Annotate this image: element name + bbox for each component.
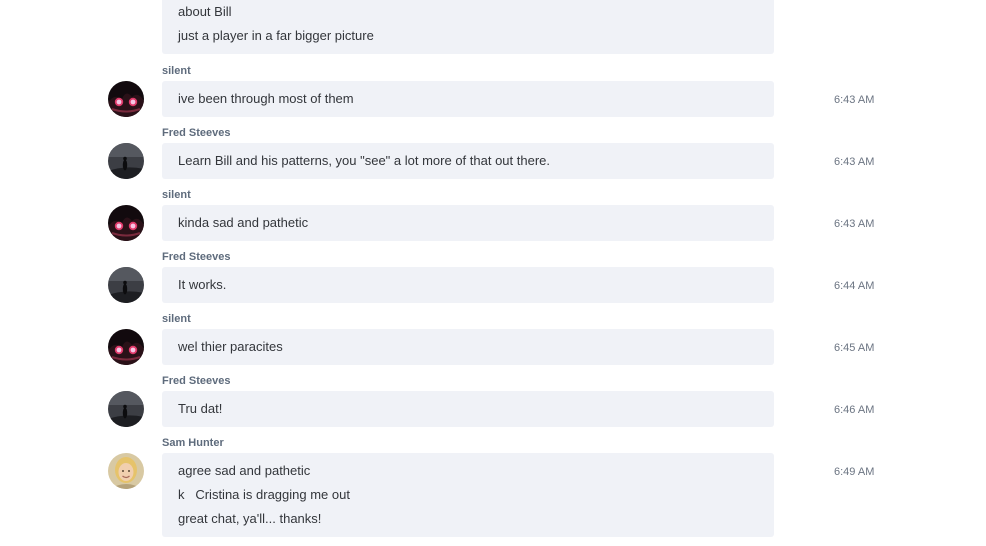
timestamp: 6:43 AM [834,218,875,230]
anime-avatar[interactable] [108,205,144,241]
blonde-avatar[interactable] [108,453,144,489]
sender-name[interactable]: Fred Steeves [162,251,230,264]
message-line: wel thier paracites [178,339,283,354]
sender-name[interactable]: Sam Hunter [162,437,224,450]
message-line: just a player in a far bigger picture [178,28,374,43]
silhouette-avatar[interactable] [108,143,144,179]
message-line: kinda sad and pathetic [178,215,309,230]
sender-name[interactable]: Fred Steeves [162,375,230,388]
chat-transcript: about Bill just a player in a far bigger… [0,0,986,546]
timestamp: 6:43 AM [834,94,875,106]
timestamp: 6:46 AM [834,404,875,416]
message-line: Learn Bill and his patterns, you "see" a… [178,153,550,168]
timestamp: 6:49 AM [834,466,875,478]
sender-name[interactable]: silent [162,65,191,78]
sender-name[interactable]: silent [162,313,191,326]
sender-name[interactable]: Fred Steeves [162,127,230,140]
message-line: great chat, ya'll... thanks! [178,511,322,526]
message-bubble[interactable]: Tru dat! [162,391,774,427]
message-bubble[interactable]: Learn Bill and his patterns, you "see" a… [162,143,774,179]
message-bubble[interactable]: wel thier paracites [162,329,774,365]
message-line: It works. [178,277,227,292]
anime-avatar[interactable] [108,81,144,117]
timestamp: 6:45 AM [834,342,875,354]
message-line: ive been through most of them [178,91,354,106]
message-bubble[interactable]: about Bill just a player in a far bigger… [162,0,774,54]
message-line: k Cristina is dragging me out [178,487,350,502]
sender-name[interactable]: silent [162,189,191,202]
timestamp: 6:43 AM [834,156,875,168]
silhouette-avatar[interactable] [108,391,144,427]
message-bubble[interactable]: kinda sad and pathetic [162,205,774,241]
message-bubble[interactable]: agree sad and pathetic k Cristina is dra… [162,453,774,537]
timestamp: 6:44 AM [834,280,875,292]
message-bubble[interactable]: ive been through most of them [162,81,774,117]
silhouette-avatar[interactable] [108,267,144,303]
anime-avatar[interactable] [108,329,144,365]
message-line: about Bill [178,4,232,19]
message-bubble[interactable]: It works. [162,267,774,303]
message-line: Tru dat! [178,401,223,416]
message-line: agree sad and pathetic [178,463,311,478]
